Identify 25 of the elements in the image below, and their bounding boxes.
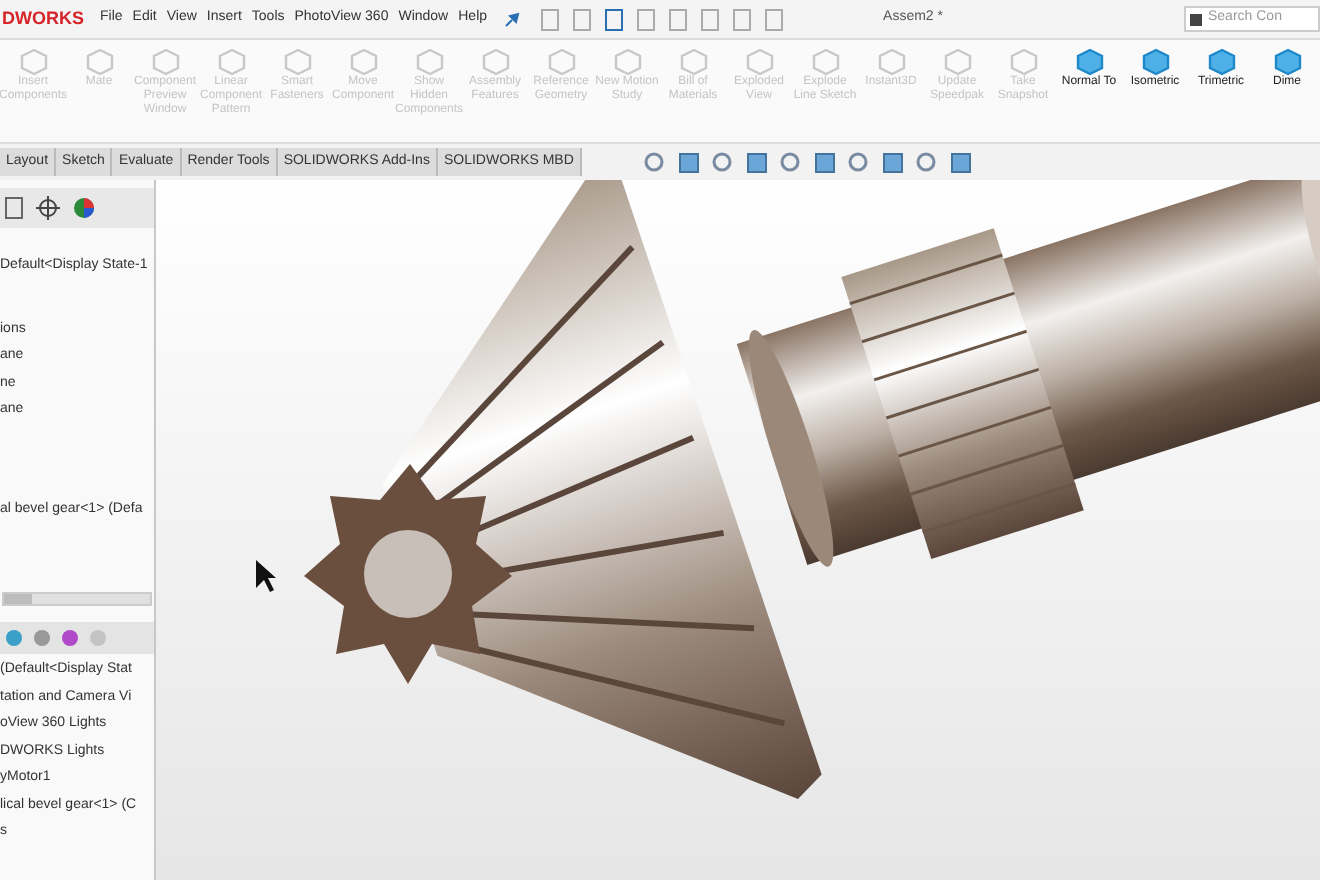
toolbar-icon[interactable] — [571, 7, 592, 31]
view-tool-icon[interactable] — [845, 149, 872, 175]
view-tool-icon[interactable] — [811, 149, 838, 175]
cursor-icon — [256, 560, 276, 592]
view-tool-icon[interactable] — [947, 149, 974, 175]
app-logo: DWORKS — [0, 8, 80, 30]
toolbar-icon[interactable] — [731, 7, 752, 31]
view-tool-icon[interactable] — [777, 149, 804, 175]
color-wheel-icon[interactable] — [72, 196, 96, 220]
toolbar-icon[interactable] — [539, 7, 560, 31]
view-tool-icon[interactable] — [641, 149, 668, 175]
pin-icon[interactable] — [503, 11, 520, 27]
toolbar-icon[interactable] — [667, 7, 688, 31]
toolbar-icon[interactable] — [763, 7, 784, 31]
view-tool-icon[interactable] — [743, 149, 770, 175]
scrollbar[interactable] — [2, 592, 152, 606]
view-tool-icon[interactable] — [709, 149, 736, 175]
book-icon — [1190, 13, 1202, 25]
crosshair-icon[interactable] — [36, 196, 60, 220]
toolbar-icon[interactable] — [603, 7, 624, 31]
view-tool-icon[interactable] — [675, 149, 702, 175]
toolbar-icon[interactable] — [635, 7, 656, 31]
view-tool-icon[interactable] — [879, 149, 906, 175]
view-tool-icon[interactable] — [913, 149, 940, 175]
toolbar-icon[interactable] — [699, 7, 720, 31]
